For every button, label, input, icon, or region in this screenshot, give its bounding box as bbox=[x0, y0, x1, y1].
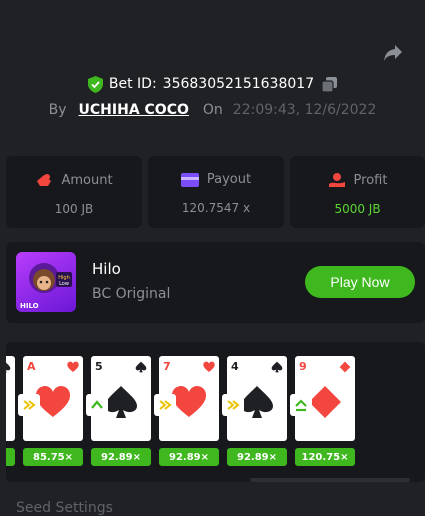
username-link[interactable]: UCHIHA COCO bbox=[79, 102, 189, 118]
bet-id-value: 35683052151638017 bbox=[162, 76, 315, 92]
stat-amount-value: 100 JB bbox=[54, 202, 94, 216]
heart-suit-icon bbox=[67, 361, 79, 372]
stat-amount: Amount 100 JB bbox=[6, 156, 142, 228]
game-name: Hilo bbox=[92, 260, 121, 278]
stat-payout-value: 120.7547 x bbox=[181, 201, 251, 215]
thumb-badge-low: Low bbox=[59, 281, 69, 287]
card-multiplier: 85.75× bbox=[23, 448, 83, 466]
spade-suit-icon bbox=[135, 361, 147, 373]
guess-skip-icon bbox=[222, 394, 244, 416]
share-icon[interactable] bbox=[383, 44, 403, 62]
stat-payout: Payout 120.7547 x bbox=[148, 156, 284, 228]
card-multiplier: 92.89× bbox=[227, 448, 287, 466]
stat-profit-label: Profit bbox=[353, 172, 388, 188]
verified-shield-icon bbox=[87, 75, 103, 93]
spade-suit-large-icon bbox=[241, 386, 273, 418]
bet-timestamp: 22:09:43, 12/6/2022 bbox=[232, 102, 377, 118]
card-history-panel: 85.75× A 85.75× 5 92.89× 7 92.89× 4 92.89× 9 120.7… bbox=[6, 342, 425, 482]
amount-icon bbox=[37, 174, 52, 186]
card-multiplier: 92.89× bbox=[159, 448, 219, 466]
guess-skip-icon bbox=[18, 394, 40, 416]
spade-suit-icon bbox=[6, 362, 11, 373]
seed-settings-label: Seed Settings bbox=[16, 500, 113, 516]
on-label: On bbox=[202, 102, 223, 118]
by-label: By bbox=[48, 102, 67, 118]
hilo-game-thumbnail[interactable]: High Low HILO bbox=[16, 252, 76, 312]
card-rank: 4 bbox=[231, 360, 239, 373]
author-row: By UCHIHA COCO On 22:09:43, 12/6/2022 bbox=[0, 100, 425, 120]
spade-suit-large-icon bbox=[105, 386, 137, 418]
card-rank: A bbox=[27, 360, 36, 373]
card-multiplier: 85.75× bbox=[6, 448, 15, 466]
heart-suit-icon bbox=[203, 361, 215, 372]
bet-id-label: Bet ID: bbox=[108, 76, 157, 92]
guess-higher-icon bbox=[86, 394, 108, 416]
guess-skip-icon bbox=[154, 394, 176, 416]
playing-card bbox=[6, 356, 15, 441]
horizontal-scrollbar[interactable] bbox=[250, 478, 410, 482]
card-multiplier: 120.75× bbox=[295, 448, 355, 466]
stat-payout-label: Payout bbox=[206, 172, 252, 187]
thumb-title: HILO bbox=[20, 302, 39, 310]
copy-icon[interactable] bbox=[322, 76, 338, 92]
game-card: High Low HILO Hilo BC Original Play Now bbox=[6, 242, 425, 323]
card-rank: 7 bbox=[163, 360, 171, 373]
diamond-suit-large-icon bbox=[309, 386, 341, 418]
stat-profit: Profit 5000 JB bbox=[290, 156, 425, 228]
spade-suit-icon bbox=[271, 361, 283, 373]
play-now-button[interactable]: Play Now bbox=[305, 266, 415, 298]
game-provider: BC Original bbox=[92, 286, 171, 302]
stat-amount-label: Amount bbox=[61, 172, 113, 188]
profit-icon bbox=[328, 173, 345, 187]
card-rank: 9 bbox=[299, 360, 307, 373]
stat-profit-value: 5000 JB bbox=[334, 202, 381, 216]
heart-suit-large-icon bbox=[36, 386, 70, 417]
card-rank: 5 bbox=[95, 360, 103, 373]
heart-suit-large-icon bbox=[172, 386, 206, 417]
card-multiplier: 92.89× bbox=[91, 448, 151, 466]
guess-higher-or-equal-icon bbox=[290, 394, 312, 416]
bet-id-row: Bet ID: 35683052151638017 bbox=[0, 74, 425, 94]
wallet-icon bbox=[180, 172, 199, 187]
diamond-suit-icon bbox=[339, 361, 351, 373]
hilo-logo-icon: High Low HILO bbox=[20, 263, 72, 310]
